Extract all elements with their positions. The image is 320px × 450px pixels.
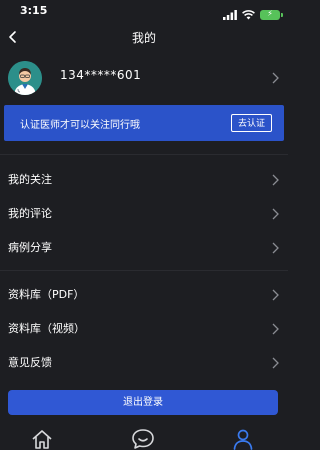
chevron-right-icon: [270, 355, 280, 369]
nav-bar: 我的: [0, 22, 288, 52]
divider: [0, 270, 288, 271]
chevron-right-icon: [270, 172, 280, 186]
user-icon: [231, 429, 255, 450]
chevron-right-icon: [270, 206, 280, 220]
menu-item-feedback[interactable]: 意见反馈: [0, 345, 288, 379]
logout-button[interactable]: 退出登录: [8, 390, 278, 415]
menu-item-my-comments[interactable]: 我的评论: [0, 196, 288, 230]
tab-profile[interactable]: [231, 428, 255, 450]
page-title: 我的: [131, 31, 156, 45]
profile-row[interactable]: 134*****601: [0, 58, 288, 96]
chevron-right-icon: [270, 240, 280, 254]
chevron-right-icon: [270, 321, 280, 335]
tab-home[interactable]: [30, 428, 54, 450]
profile-screen: 3:15 ⚡ 我的 134*****601 认证医师才可以关注同行哦 去认证 我…: [0, 0, 288, 450]
tab-messages[interactable]: [131, 428, 155, 450]
verify-banner-text: 认证医师才可以关注同行哦: [20, 120, 140, 131]
verify-button[interactable]: 去认证: [230, 114, 272, 132]
status-time: 3:15: [20, 4, 48, 17]
divider: [0, 154, 288, 155]
menu-item-library-video[interactable]: 资料库（视频）: [0, 311, 288, 345]
chevron-right-icon: [270, 70, 280, 84]
menu-item-label: 意见反馈: [8, 356, 52, 369]
user-phone: 134*****601: [60, 68, 142, 82]
chevron-right-icon: [270, 287, 280, 301]
avatar: [8, 61, 42, 95]
chat-smile-icon: [131, 429, 155, 450]
menu-item-label: 资料库（视频）: [8, 322, 85, 335]
menu-item-label: 资料库（PDF）: [8, 288, 85, 301]
battery-icon: ⚡: [260, 9, 283, 20]
home-icon: [30, 430, 54, 450]
status-bar: 3:15 ⚡: [0, 0, 288, 20]
menu-item-my-follows[interactable]: 我的关注: [0, 162, 288, 196]
menu-item-label: 我的评论: [8, 207, 52, 220]
verify-banner: 认证医师才可以关注同行哦 去认证: [4, 105, 284, 141]
menu-item-label: 我的关注: [8, 173, 52, 186]
menu-item-label: 病例分享: [8, 241, 52, 254]
menu-item-library-pdf[interactable]: 资料库（PDF）: [0, 277, 288, 311]
tab-bar: [0, 420, 288, 450]
menu-item-case-sharing[interactable]: 病例分享: [0, 230, 288, 264]
